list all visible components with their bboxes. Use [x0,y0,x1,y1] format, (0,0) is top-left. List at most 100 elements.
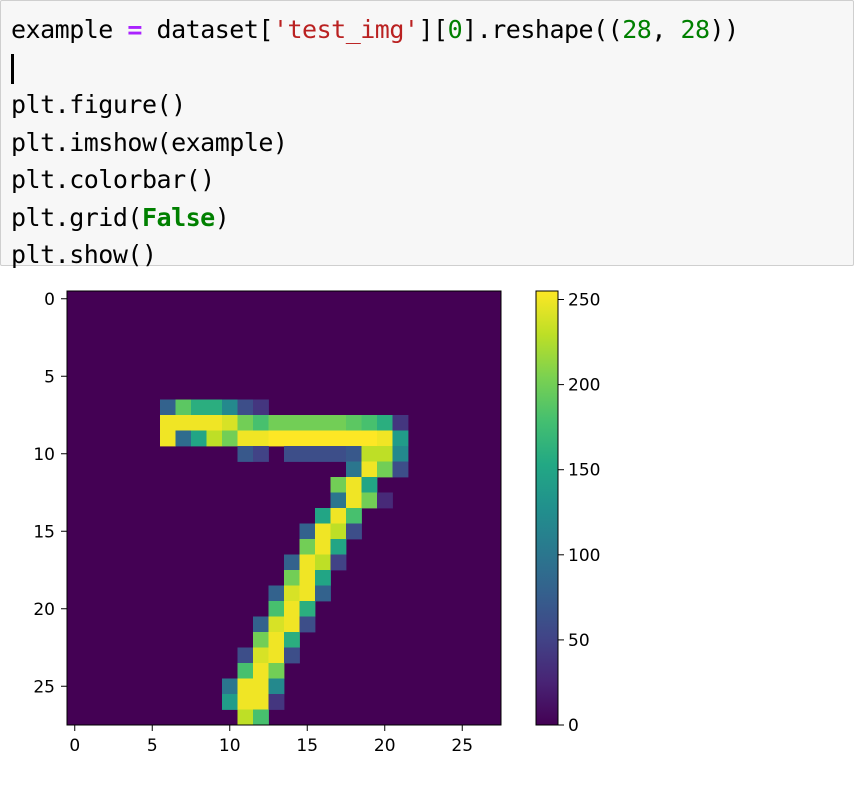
image-pixel [253,616,269,633]
image-pixel [392,461,409,478]
code-line: plt.imshow(example) [11,124,739,162]
image-pixel [284,415,300,431]
image-pixel [299,523,316,540]
colorbar-tick-label: 200 [568,376,600,396]
image-pixel [284,570,300,586]
image-pixel [299,415,316,431]
y-tick-label: 15 [33,522,55,542]
image-pixel [222,399,238,416]
colorbar [535,290,559,726]
code-token: plt.imshow(example) [11,127,288,157]
image-pixel [237,678,254,695]
code-token: False [141,202,215,232]
image-pixel [361,461,378,478]
image-pixel [315,415,331,431]
image-pixel [160,430,176,447]
image-pixel [253,709,269,726]
image-pixel [315,430,331,447]
image-pixel [237,663,254,679]
image-pixel [299,446,316,462]
y-tick-label: 5 [44,367,55,387]
image-pixel [222,678,238,695]
image-pixel [330,415,347,431]
image-pixel [346,430,362,447]
code-token: plt.colorbar() [11,165,215,194]
image-pixel [346,508,362,524]
image-pixel [346,415,362,431]
x-tick-label: 10 [219,736,241,756]
image-pixel [330,539,347,555]
image-pixel [175,399,192,416]
image-pixel [284,446,300,462]
text-cursor [11,53,14,84]
y-tick-label: 20 [33,600,55,620]
image-pixel [377,415,393,431]
code-cell[interactable]: example = dataset['test_img'][0].reshape… [0,0,854,269]
image-pixel [330,477,347,493]
image-pixel [330,508,347,524]
code-token: plt.figure() [11,90,186,119]
image-pixel [253,694,269,710]
image-pixel [284,601,300,617]
code-token: example [11,15,128,44]
image-pixel [330,492,347,509]
image-pixel [361,446,378,462]
image-pixel [346,446,362,462]
code-line: example = dataset['test_img'][0].reshape… [11,11,739,49]
code-editor[interactable]: example = dataset['test_img'][0].reshape… [11,11,739,274]
code-token: plt.grid( [11,202,142,232]
image-pixel [299,554,316,571]
image-pixel [299,570,316,586]
image-pixel [284,585,300,602]
image-pixel [191,415,207,431]
image-pixel [268,663,285,679]
image-pixel [237,709,254,726]
image-pixel [268,678,285,695]
image-pixel [268,632,285,648]
image-pixel [392,415,409,431]
image-pixel [315,585,331,602]
image-pixel [268,647,285,664]
image-pixel [392,446,409,462]
code-line: plt.grid(False) [11,199,739,237]
code-token: dataset[ [141,15,274,44]
image-pixel [315,508,331,524]
code-line: plt.colorbar() [11,161,739,199]
image-pixel [377,461,393,478]
image-pixel [253,446,269,462]
image-pixel [268,616,285,633]
image-pixel [222,430,238,447]
code-token: 28 [622,15,652,44]
colorbar-tick-label: 50 [568,631,590,651]
image-pixel [268,585,285,602]
image-pixel [377,446,393,462]
image-pixel [222,694,238,710]
image-pixel [392,430,409,447]
colorbar-tick-label: 150 [568,461,600,481]
image-pixel [206,430,223,447]
image-pixel [284,430,300,447]
code-token: )) [709,15,740,44]
image-pixel [315,570,331,586]
image-pixel [253,415,269,431]
colorbar-tick-label: 100 [568,546,600,566]
image-pixel [268,694,285,710]
image-pixel [268,601,285,617]
x-tick-label: 5 [147,736,158,756]
image-pixel [299,616,316,633]
image-pixel [346,523,362,540]
image-pixel [253,647,269,664]
image-pixel [315,446,331,462]
image-pixel [361,430,378,447]
code-token: , [651,15,681,44]
image-pixel [299,430,316,447]
image-pixel [253,430,269,447]
image-pixel [330,446,347,462]
image-pixel [284,616,300,633]
code-line: plt.figure() [11,86,739,124]
image-pixel [160,415,176,431]
image-pixel [299,539,316,555]
x-tick-label: 25 [451,736,473,756]
x-tick-label: 15 [296,736,318,756]
image-pixel [315,539,331,555]
